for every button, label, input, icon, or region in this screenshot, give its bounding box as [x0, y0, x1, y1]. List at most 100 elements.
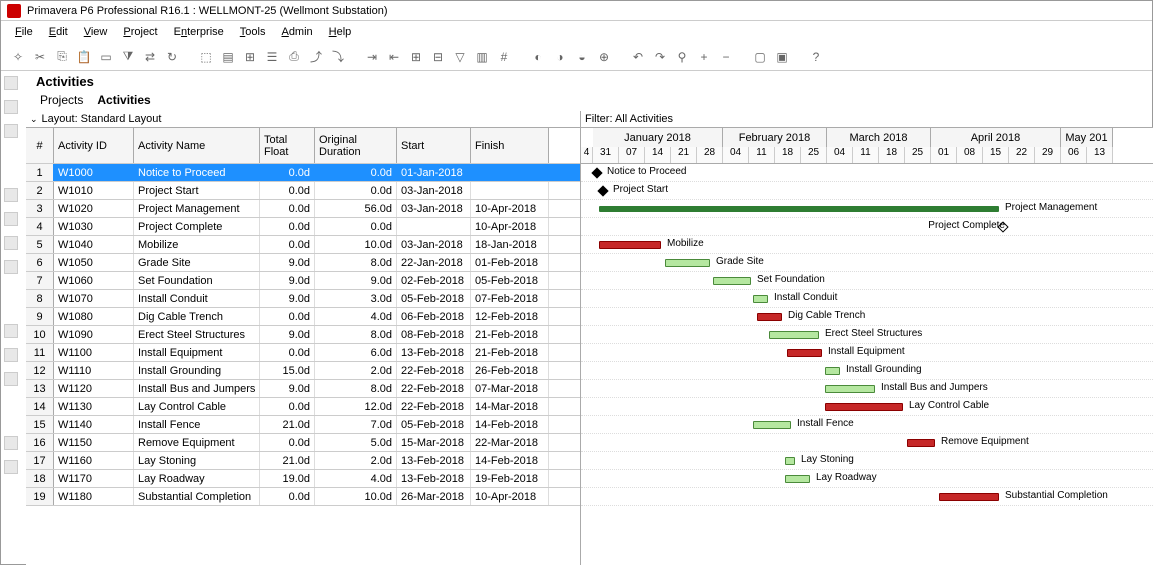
cell-start[interactable]: 03-Jan-2018 [397, 236, 471, 253]
cell-dur[interactable]: 5.0d [315, 434, 397, 451]
menu-help[interactable]: Help [323, 24, 358, 40]
tb-print-icon[interactable]: ⎙ [285, 48, 303, 66]
tb-hash-icon[interactable]: # [495, 48, 513, 66]
gantt-bar[interactable] [753, 421, 791, 429]
table-row[interactable]: 9W1080Dig Cable Trench0.0d4.0d06-Feb-201… [26, 308, 580, 326]
cell-float[interactable]: 0.0d [260, 434, 315, 451]
tb-window-icon[interactable]: ▢ [751, 48, 769, 66]
cell-finish[interactable]: 10-Apr-2018 [471, 488, 549, 505]
gantt-bar[interactable] [939, 493, 999, 501]
cell-float[interactable]: 21.0d [260, 452, 315, 469]
cell-dur[interactable]: 10.0d [315, 236, 397, 253]
tb-schedule-icon[interactable]: ◐ [529, 48, 547, 66]
cell-float[interactable]: 0.0d [260, 182, 315, 199]
cell-start[interactable]: 08-Feb-2018 [397, 326, 471, 343]
cell-float[interactable]: 0.0d [260, 398, 315, 415]
cell-id[interactable]: W1000 [54, 164, 134, 181]
tb-open-icon[interactable]: ▭ [97, 48, 115, 66]
gantt-bar[interactable] [787, 349, 822, 357]
gantt-row[interactable]: Lay Stoning [581, 452, 1153, 470]
table-row[interactable]: 4W1030Project Complete0.0d0.0d10-Apr-201… [26, 218, 580, 236]
cell-start[interactable]: 05-Feb-2018 [397, 290, 471, 307]
gantt-row[interactable]: Remove Equipment [581, 434, 1153, 452]
cell-float[interactable]: 9.0d [260, 290, 315, 307]
table-row[interactable]: 11W1100Install Equipment0.0d6.0d13-Feb-2… [26, 344, 580, 362]
cell-id[interactable]: W1140 [54, 416, 134, 433]
cell-name[interactable]: Lay Control Cable [134, 398, 260, 415]
col-name[interactable]: Activity Name [134, 128, 260, 163]
tab-activities[interactable]: Activities [97, 93, 150, 107]
cell-start[interactable] [397, 218, 471, 235]
tb-cut-icon[interactable]: ✂ [31, 48, 49, 66]
cell-finish[interactable]: 14-Mar-2018 [471, 398, 549, 415]
cell-id[interactable]: W1090 [54, 326, 134, 343]
cell-id[interactable]: W1050 [54, 254, 134, 271]
cell-name[interactable]: Project Management [134, 200, 260, 217]
gantt-row[interactable]: Install Grounding [581, 362, 1153, 380]
cell-finish[interactable]: 14-Feb-2018 [471, 416, 549, 433]
tb-export-icon[interactable]: ⤴ [307, 48, 325, 66]
gantt-row[interactable]: Install Bus and Jumpers [581, 380, 1153, 398]
col-finish[interactable]: Finish [471, 128, 549, 163]
tb-progress-icon[interactable]: ◒ [573, 48, 591, 66]
dock-projects-icon[interactable] [4, 76, 18, 90]
cell-float[interactable]: 0.0d [260, 488, 315, 505]
menu-view[interactable]: View [78, 24, 114, 40]
cell-dur[interactable]: 3.0d [315, 290, 397, 307]
gantt-row[interactable]: Notice to Proceed [581, 164, 1153, 182]
cell-name[interactable]: Install Conduit [134, 290, 260, 307]
tb-find-icon[interactable]: ⚲ [673, 48, 691, 66]
tb-columns-icon[interactable]: ▥ [473, 48, 491, 66]
cell-finish[interactable]: 07-Feb-2018 [471, 290, 549, 307]
cell-id[interactable]: W1160 [54, 452, 134, 469]
cell-name[interactable]: Install Equipment [134, 344, 260, 361]
table-row[interactable]: 14W1130Lay Control Cable0.0d12.0d22-Feb-… [26, 398, 580, 416]
tb-import-icon[interactable]: ⤵ [329, 48, 347, 66]
cell-finish[interactable]: 22-Mar-2018 [471, 434, 549, 451]
tb-new-icon[interactable]: ✧ [9, 48, 27, 66]
dock-risk-icon[interactable] [4, 436, 18, 450]
cell-id[interactable]: W1120 [54, 380, 134, 397]
table-row[interactable]: 8W1070Install Conduit9.0d3.0d05-Feb-2018… [26, 290, 580, 308]
cell-finish[interactable]: 21-Feb-2018 [471, 344, 549, 361]
cell-start[interactable]: 01-Jan-2018 [397, 164, 471, 181]
cell-finish[interactable]: 19-Feb-2018 [471, 470, 549, 487]
table-row[interactable]: 18W1170Lay Roadway19.0d4.0d13-Feb-201819… [26, 470, 580, 488]
tb-layout-icon[interactable]: ▣ [773, 48, 791, 66]
cell-start[interactable]: 15-Mar-2018 [397, 434, 471, 451]
cell-finish[interactable] [471, 182, 549, 199]
dock-activities-icon[interactable] [4, 212, 18, 226]
table-row[interactable]: 10W1090Erect Steel Structures9.0d8.0d08-… [26, 326, 580, 344]
cell-start[interactable]: 13-Feb-2018 [397, 344, 471, 361]
gantt-row[interactable]: Set Foundation [581, 272, 1153, 290]
gantt-bar[interactable] [665, 259, 710, 267]
cell-finish[interactable]: 05-Feb-2018 [471, 272, 549, 289]
tab-projects[interactable]: Projects [40, 93, 83, 107]
cell-id[interactable]: W1060 [54, 272, 134, 289]
cell-dur[interactable]: 12.0d [315, 398, 397, 415]
menu-edit[interactable]: Edit [43, 24, 74, 40]
cell-name[interactable]: Notice to Proceed [134, 164, 260, 181]
tb-undo-icon[interactable]: ↶ [629, 48, 647, 66]
gantt-row[interactable]: Dig Cable Trench [581, 308, 1153, 326]
cell-dur[interactable]: 8.0d [315, 380, 397, 397]
tb-bars-icon[interactable]: ☰ [263, 48, 281, 66]
tb-summarize-icon[interactable]: ⊕ [595, 48, 613, 66]
cell-start[interactable]: 02-Feb-2018 [397, 272, 471, 289]
col-start[interactable]: Start [397, 128, 471, 163]
cell-float[interactable]: 15.0d [260, 362, 315, 379]
cell-id[interactable]: W1130 [54, 398, 134, 415]
cell-float[interactable]: 9.0d [260, 254, 315, 271]
cell-start[interactable]: 05-Feb-2018 [397, 416, 471, 433]
tb-resource-icon[interactable]: ⬚ [197, 48, 215, 66]
table-row[interactable]: 15W1140Install Fence21.0d7.0d05-Feb-2018… [26, 416, 580, 434]
dock-thresholds-icon[interactable] [4, 348, 18, 362]
tb-help-icon[interactable]: ? [807, 48, 825, 66]
cell-finish[interactable]: 01-Feb-2018 [471, 254, 549, 271]
cell-float[interactable]: 9.0d [260, 326, 315, 343]
cell-id[interactable]: W1150 [54, 434, 134, 451]
gantt-row[interactable]: Project Start [581, 182, 1153, 200]
gantt-bar[interactable] [757, 313, 782, 321]
tb-link-icon[interactable]: ⇄ [141, 48, 159, 66]
dock-assignments-icon[interactable] [4, 236, 18, 250]
